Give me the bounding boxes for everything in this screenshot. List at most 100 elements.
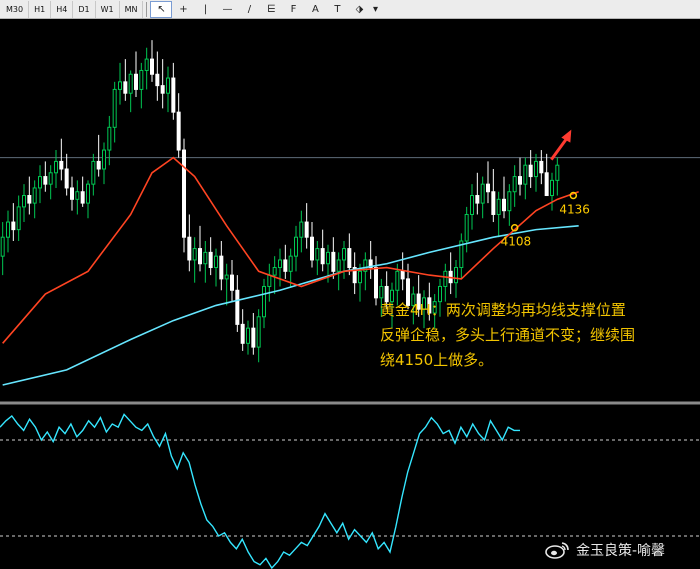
candle-body xyxy=(32,187,37,204)
candle-body xyxy=(464,213,469,242)
trend-arrow-shaft xyxy=(550,136,569,161)
annotation-line: 反弹企稳，多头上行通道不变；继续围 xyxy=(380,326,636,344)
candle-body xyxy=(59,160,64,170)
candle-body xyxy=(443,270,448,287)
candle-body xyxy=(518,176,522,185)
candle-body xyxy=(150,58,154,75)
cursor-icon[interactable]: ↖ xyxy=(150,0,173,18)
timeframe-d1[interactable]: D1 xyxy=(73,0,96,18)
candle-body xyxy=(502,198,506,212)
candle-body xyxy=(336,259,341,272)
candle-body xyxy=(267,274,272,287)
analysis-annotation: 黄金4H：两次调整均再均线支撑位置 反弹企稳，多头上行通道不变；继续围 绕415… xyxy=(380,298,700,373)
candle-body xyxy=(102,149,106,170)
chevron-down-icon[interactable]: ▾ xyxy=(370,1,380,18)
candle-body xyxy=(86,183,90,204)
candle-body xyxy=(315,248,320,261)
text-label-icon[interactable]: T xyxy=(326,1,348,18)
watermark-text: 金玉良策-喻馨 xyxy=(576,543,666,559)
candle-body xyxy=(395,270,400,291)
timeframe-h4[interactable]: H4 xyxy=(51,0,74,18)
support-label: 4108 xyxy=(501,235,532,249)
watermark: 金玉良策-喻馨 xyxy=(544,540,665,560)
candle-body xyxy=(246,327,250,344)
annotation-line: 绕4150上做多。 xyxy=(380,351,494,369)
timeframe-group: M30 H1 H4 D1 W1 MN xyxy=(0,0,144,18)
oscillator-line xyxy=(0,413,520,569)
trendline-icon[interactable]: / xyxy=(238,1,260,18)
candle-body xyxy=(6,221,10,238)
candle-body xyxy=(22,195,26,208)
fibonacci-fan-icon[interactable]: F xyxy=(282,1,304,18)
price-chart[interactable]: 4108 4136 xyxy=(0,20,700,569)
candle-body xyxy=(134,73,138,90)
candle-body xyxy=(219,255,224,280)
candle-body xyxy=(128,73,133,94)
text-icon[interactable]: A xyxy=(304,1,326,18)
candle-body xyxy=(214,255,218,269)
candle-body xyxy=(75,191,80,200)
candle-body xyxy=(358,270,362,284)
timeframe-w1[interactable]: W1 xyxy=(96,0,120,18)
candle-body xyxy=(550,179,554,197)
candle-body xyxy=(256,316,261,348)
candle-body xyxy=(486,183,490,193)
arrows-icon[interactable]: ⬗ xyxy=(348,1,370,18)
candle-body xyxy=(64,168,69,189)
timeframe-h1[interactable]: H1 xyxy=(29,0,52,18)
candle-body xyxy=(304,221,309,238)
support-label: 4136 xyxy=(559,203,590,217)
candle-body xyxy=(326,251,330,265)
timeframe-mn[interactable]: MN xyxy=(120,0,144,18)
candle-body xyxy=(262,285,266,318)
candle-body xyxy=(342,248,346,261)
candle-body xyxy=(43,176,48,185)
crosshair-icon[interactable]: + xyxy=(172,1,194,18)
candle-body xyxy=(107,126,112,151)
horizontal-line-icon[interactable]: — xyxy=(216,1,238,18)
candle-body xyxy=(123,81,128,94)
candle-body xyxy=(155,73,160,87)
candle-body xyxy=(534,160,538,178)
candle-body xyxy=(539,160,544,174)
candle-body xyxy=(523,164,528,185)
candle-body xyxy=(118,81,122,90)
candle-body xyxy=(198,248,202,265)
candle-body xyxy=(283,259,288,272)
annotation-line: 黄金4H：两次调整均再均线支撑位置 xyxy=(380,301,626,319)
candle-body xyxy=(470,195,474,215)
candle-body xyxy=(182,149,186,238)
candle-body xyxy=(171,77,176,113)
candle-body xyxy=(496,198,501,215)
candle-body xyxy=(11,221,16,231)
candle-body xyxy=(379,285,384,299)
candle-body xyxy=(230,274,234,291)
weibo-logo-icon xyxy=(545,542,569,559)
candle-body xyxy=(320,248,325,265)
candle-body xyxy=(176,111,181,151)
candle-body xyxy=(54,160,58,174)
candle-body xyxy=(166,77,170,94)
vertical-line-icon[interactable]: | xyxy=(194,1,216,18)
candle-body xyxy=(475,195,480,204)
candle-body xyxy=(454,267,458,284)
candle-body xyxy=(278,259,282,269)
candle-body xyxy=(288,255,293,272)
candle-body xyxy=(144,58,149,71)
candle-body xyxy=(91,160,96,185)
chart-toolbar: M30 H1 H4 D1 W1 MN ↖ + | — / ⋿ F A T ⬗ ▾ xyxy=(0,0,700,19)
candle-body xyxy=(251,327,256,348)
timeframe-m30[interactable]: M30 xyxy=(0,0,30,18)
candle-body xyxy=(208,251,213,269)
candle-body xyxy=(80,191,85,204)
candle-body xyxy=(331,251,336,272)
candle-body xyxy=(112,88,117,128)
fibonacci-icon[interactable]: ⋿ xyxy=(260,1,282,18)
candle-body xyxy=(187,236,192,261)
candle-body xyxy=(96,160,101,170)
candle-body xyxy=(491,191,496,215)
candle-body xyxy=(27,195,32,204)
candle-body xyxy=(294,236,298,257)
candle-body xyxy=(512,176,517,193)
candle-body xyxy=(160,85,165,94)
